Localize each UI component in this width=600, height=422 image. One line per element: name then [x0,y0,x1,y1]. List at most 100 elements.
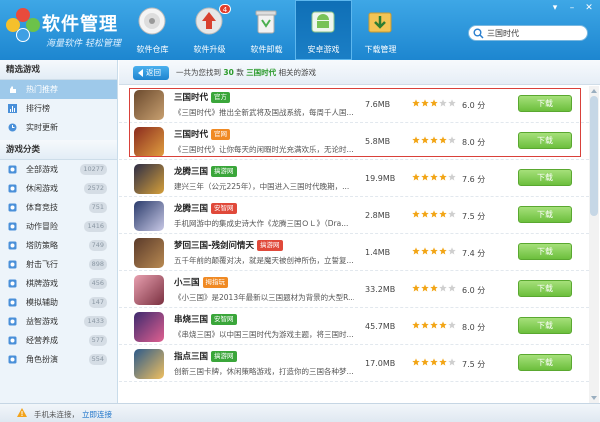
game-description: 建兴三年（公元225年），中国进入三国时代晚期，... [174,182,350,191]
game-title[interactable]: 龙腾三国 安智网 [174,202,237,214]
category-count: 1416 [84,221,107,232]
status-bar: 手机未连接， 立即连接 [0,403,600,422]
star-icon [448,210,456,218]
sidebar-item-category[interactable]: 射击飞行 898 [0,255,117,274]
sidebar-item-category[interactable]: 益智游戏 1433 [0,312,117,331]
category-list: 全部游戏 10277 休闲游戏 2572 体育竞技 751 动作冒险 1416 塔防策略 749 射… [0,160,117,369]
game-title[interactable]: 龙腾三国 搞游网 [174,165,237,177]
sidebar-item-category[interactable]: 棋牌游戏 456 [0,274,117,293]
game-row[interactable]: 串烧三国 安智网 《串烧三国》以中国三国时代为游戏主题，将三国时... 45.7MB 8… [119,308,589,345]
game-row[interactable]: 指点三国 搞游网 创新三国卡牌，休闲策略游戏，打造你的三国各种梦... 17.0MB 7… [119,345,589,382]
source-badge: 搞游网 [211,351,237,362]
sidebar-item-category[interactable]: 动作冒险 1416 [0,217,117,236]
status-text: 手机未连接， [34,410,79,419]
game-name: 龙腾三国 [174,167,209,177]
scroll-thumb[interactable] [590,96,598,216]
sidebar-item-ranking[interactable]: 排行榜 [0,99,117,118]
nav-software-uninstall[interactable]: 软件卸载 [238,0,295,60]
game-title[interactable]: 串烧三国 安智网 [174,313,237,325]
nav-label: 软件升级 [193,45,226,54]
back-button[interactable]: 返回 [133,66,169,80]
sidebar-item-category[interactable]: 休闲游戏 2572 [0,179,117,198]
star-icon [412,284,420,292]
download-button[interactable]: 下载 [518,354,572,371]
sidebar-item-category[interactable]: 模拟辅助 147 [0,293,117,312]
star-icon [448,321,456,329]
game-name: 梦回三国-残剑问情天 [174,241,255,251]
rating-stars [412,358,456,366]
app-logo-icon [6,8,40,42]
star-icon [439,321,447,329]
rating-score: 7.6 分 [462,175,486,184]
android-game-icon [311,11,335,33]
search-box [468,25,588,41]
download-button[interactable]: 下载 [518,317,572,334]
result-summary: 一共为您找到 30 款 三国时代 相关的游戏 [176,67,316,78]
puzzle-icon [8,317,17,326]
sidebar-item-category[interactable]: 角色扮演 554 [0,350,117,369]
result-unit: 款 [236,68,244,77]
game-icon[interactable] [134,164,164,194]
game-title[interactable]: 小三国 拇指玩 [174,276,229,288]
star-icon [421,247,429,255]
category-count: 2572 [84,183,107,194]
game-icon[interactable] [134,201,164,231]
download-button[interactable]: 下载 [518,169,572,186]
game-row[interactable]: 梦回三国-残剑问情天 搞游网 五千年前的颠覆对决，就是魔天被创神所伤，立誓复... 1… [119,234,589,271]
download-button[interactable]: 下载 [518,280,572,297]
nav-software-upgrade[interactable]: 4 软件升级 [181,0,238,60]
game-icon[interactable] [134,312,164,342]
category-count: 456 [88,278,107,289]
game-title[interactable]: 梦回三国-残剑问情天 搞游网 [174,239,283,251]
game-size: 1.4MB [365,248,391,257]
game-size: 19.9MB [365,174,396,183]
coin-icon [8,336,17,345]
download-button[interactable]: 下载 [518,243,572,260]
nav-software-store[interactable]: 软件仓库 [124,0,181,60]
search-icon[interactable] [473,28,484,39]
disc-icon [138,7,166,35]
sidebar-item-category[interactable]: 全部游戏 10277 [0,160,117,179]
source-badge: 搞游网 [257,240,283,251]
star-icon [448,173,456,181]
game-row[interactable]: 龙腾三国 安智网 手机网游中的集成史诗大作《龙腾三国ＯＬ》（Dra... 2.8MB 7… [119,197,589,234]
game-name: 小三国 [174,278,200,288]
nav-label: 软件卸载 [250,45,283,54]
sidebar-item-category[interactable]: 经营养成 577 [0,331,117,350]
category-count: 554 [88,354,107,365]
game-icon[interactable] [134,238,164,268]
sidebar-item-category[interactable]: 塔防策略 749 [0,236,117,255]
scroll-up-icon[interactable] [590,87,598,95]
game-icon[interactable] [134,349,164,379]
sidebar-item-label: 益智游戏 [26,317,58,326]
rating-score: 7.5 分 [462,360,486,369]
game-row[interactable]: 龙腾三国 搞游网建兴三年（公元225年），中国进入三国时代晚期，... 19.9MB… [119,160,589,197]
game-icon[interactable] [134,275,164,305]
sidebar-item-hot[interactable]: 热门推荐 [0,80,117,99]
nav-android-games[interactable]: 安卓游戏 [295,0,352,60]
search-input[interactable] [487,27,582,39]
sidebar-item-updates[interactable]: 实时更新 [0,118,117,137]
source-badge: 安智网 [211,314,237,325]
clock-icon [8,123,17,132]
skin-icon[interactable]: ▾ [548,3,562,13]
minimize-icon[interactable]: – [565,3,579,13]
star-icon [430,210,438,218]
sidebar-item-label: 动作冒险 [26,222,58,231]
rating-stars [412,173,456,181]
highlight-box [129,88,581,157]
results-bar: 返回 一共为您找到 30 款 三国时代 相关的游戏 [119,60,600,85]
scroll-down-icon[interactable] [590,394,598,402]
close-icon[interactable]: ✕ [582,3,596,13]
game-title[interactable]: 指点三国 搞游网 [174,350,237,362]
star-icon [412,210,420,218]
star-icon [421,173,429,181]
nav-download-manager[interactable]: 下载管理 [352,0,409,60]
scrollbar[interactable] [589,86,599,403]
nav-label: 下载管理 [364,45,397,54]
download-button[interactable]: 下载 [518,206,572,223]
sidebar-item-category[interactable]: 体育竞技 751 [0,198,117,217]
game-row[interactable]: 小三国 拇指玩 《小三国》是2013年最新以三国题材为背景的大型R... 33.2MB… [119,271,589,308]
connect-now-link[interactable]: 立即连接 [82,410,112,419]
star-icon [421,284,429,292]
